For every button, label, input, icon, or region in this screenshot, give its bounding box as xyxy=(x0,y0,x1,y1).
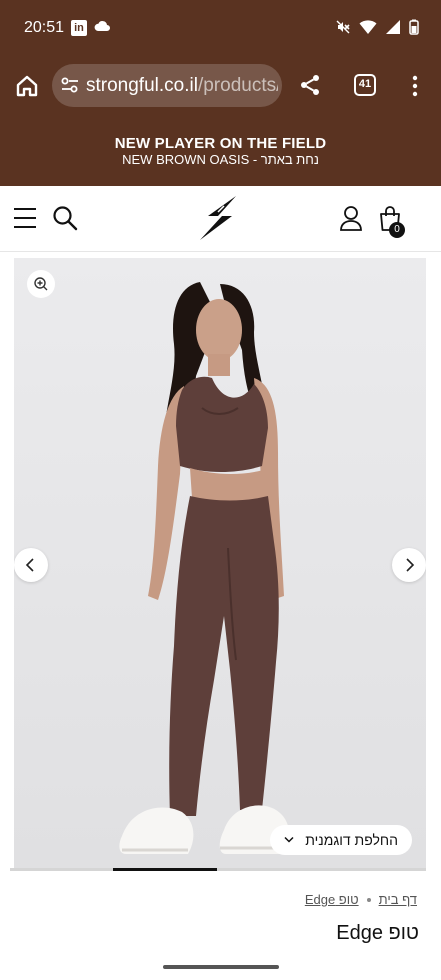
url-host: strongful.co.il xyxy=(86,75,198,96)
wifi-icon xyxy=(359,20,377,34)
tab-count: 41 xyxy=(358,78,372,90)
chevron-right-icon xyxy=(406,558,415,572)
product-title: טופ Edge xyxy=(336,922,419,944)
mute-icon xyxy=(336,20,350,34)
banner-headline: NEW PLAYER ON THE FIELD xyxy=(114,135,327,152)
logo-lightning-icon[interactable] xyxy=(196,194,244,242)
share-icon[interactable] xyxy=(298,73,322,97)
menu-icon[interactable] xyxy=(14,208,36,228)
cart-button[interactable]: 0 xyxy=(378,205,405,238)
announcement-banner[interactable]: NEW PLAYER ON THE FIELD NEW BROWN OASIS … xyxy=(0,116,441,186)
switch-model-button[interactable]: החלפת דוגמנית xyxy=(270,825,412,855)
banner-subline: NEW BROWN OASIS - נחת באתר xyxy=(122,152,319,167)
gallery-next-button[interactable] xyxy=(392,548,426,582)
breadcrumb-current-link[interactable]: טופ Edge xyxy=(305,892,359,907)
search-icon[interactable] xyxy=(52,205,78,231)
breadcrumb: דף בית טופ Edge xyxy=(305,892,417,907)
site-header: 0 xyxy=(0,186,441,252)
home-icon[interactable] xyxy=(14,73,40,99)
zoom-button[interactable] xyxy=(27,270,55,298)
product-photo xyxy=(14,258,426,868)
zoom-in-icon xyxy=(34,277,48,291)
gallery-scrollbar[interactable] xyxy=(10,868,426,871)
site-settings-icon[interactable] xyxy=(60,76,80,94)
url-path: /products/ xyxy=(197,75,278,96)
browser-toolbar: strongful.co.il/products/ 41 xyxy=(0,56,441,116)
breadcrumb-home-link[interactable]: דף בית xyxy=(379,892,417,907)
gallery-prev-button[interactable] xyxy=(14,548,48,582)
status-time: 20:51 xyxy=(24,19,65,36)
tab-switcher-button[interactable]: 41 xyxy=(354,74,376,96)
more-menu-icon[interactable] xyxy=(405,73,425,99)
product-image-gallery[interactable]: החלפת דוגמנית xyxy=(14,258,426,868)
cart-count-badge: 0 xyxy=(389,222,405,238)
breadcrumb-separator xyxy=(366,897,371,902)
linkedin-icon: in xyxy=(71,20,87,36)
url-text[interactable]: strongful.co.il/products/ xyxy=(86,75,278,97)
cloud-icon xyxy=(94,21,110,31)
chevron-down-icon xyxy=(284,836,294,843)
battery-icon xyxy=(409,19,419,35)
account-icon[interactable] xyxy=(339,205,363,231)
address-bar[interactable]: strongful.co.il/products/ xyxy=(52,64,282,107)
chevron-left-icon xyxy=(25,558,34,572)
gallery-scrollbar-thumb[interactable] xyxy=(113,868,217,871)
switch-model-label: החלפת דוגמנית xyxy=(305,832,398,848)
gesture-nav-bar[interactable] xyxy=(163,965,279,969)
status-bar: 20:51 in xyxy=(0,0,441,56)
signal-icon xyxy=(386,20,400,34)
